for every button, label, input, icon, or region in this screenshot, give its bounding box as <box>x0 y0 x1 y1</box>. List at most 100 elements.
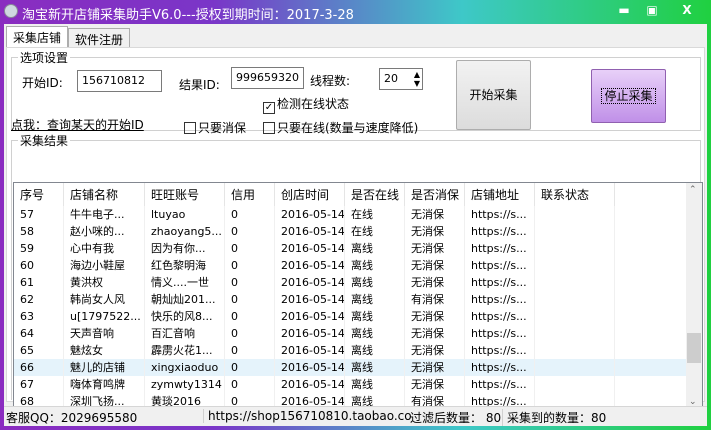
cell-index: 63 <box>14 308 64 325</box>
cell-index: 59 <box>14 240 64 257</box>
cell-index: 58 <box>14 223 64 240</box>
table-row[interactable]: 64 天声音响 百汇音响 0 2016-05-14 离线 无消保 https://s... <box>14 325 686 342</box>
column-header-xiaobao[interactable]: 是否消保 <box>405 183 465 207</box>
cell-wangwang: 情义....一世 <box>145 274 225 291</box>
cell-xiaobao: 无消保 <box>405 325 465 342</box>
table-row[interactable]: 66 魅儿的店铺 xingxiaoduo 0 2016-05-14 离线 无消保 https:… <box>14 359 686 376</box>
table-row[interactable]: 59 心中有我 因为有你... 0 2016-05-14 离线 无消保 https://s..… <box>14 240 686 257</box>
column-header-online[interactable]: 是否在线 <box>345 183 405 207</box>
results-group-label: 采集结果 <box>18 132 71 149</box>
cell-credit: 0 <box>225 308 275 325</box>
vertical-scrollbar[interactable]: ⌃ ⌄ <box>686 183 702 409</box>
cell-credit: 0 <box>225 274 275 291</box>
cell-created: 2016-05-14 <box>275 308 345 325</box>
column-header-created[interactable]: 创店时间 <box>275 183 345 207</box>
cell-online: 离线 <box>345 308 405 325</box>
cell-contact <box>535 206 615 223</box>
cell-shop-name: 黄洪权 <box>64 274 145 291</box>
threads-label: 线程数: <box>310 74 351 88</box>
cell-credit: 0 <box>225 359 275 376</box>
cell-online: 在线 <box>345 223 405 240</box>
cell-credit: 0 <box>225 240 275 257</box>
table-row[interactable]: 57 牛牛电子... ltuyao 0 2016-05-14 在线 无消保 https://s… <box>14 206 686 223</box>
column-header-credit[interactable]: 信用 <box>225 183 275 207</box>
window-title: 淘宝新开店铺采集助手V6.0---授权到期时间：2017-3-28 <box>22 8 354 23</box>
table-row[interactable]: 61 黄洪权 情义....一世 0 2016-05-14 离线 无消保 https://s..… <box>14 274 686 291</box>
cell-online: 离线 <box>345 376 405 393</box>
cell-contact <box>535 240 615 257</box>
threads-spinner[interactable]: 20 ▲ ▼ <box>379 68 423 90</box>
cell-xiaobao: 无消保 <box>405 274 465 291</box>
cell-xiaobao: 无消保 <box>405 308 465 325</box>
cell-created: 2016-05-14 <box>275 376 345 393</box>
scroll-up-icon[interactable]: ⌃ <box>689 185 697 195</box>
options-group-label: 选项设置 <box>18 49 71 66</box>
start-collect-button[interactable]: 开始采集 <box>456 60 531 130</box>
cell-index: 57 <box>14 206 64 223</box>
cell-contact <box>535 376 615 393</box>
table-row[interactable]: 62 韩尚女人风 朝灿灿201... 0 2016-05-14 离线 有消保 https://… <box>14 291 686 308</box>
cell-online: 离线 <box>345 342 405 359</box>
cell-credit: 0 <box>225 291 275 308</box>
check-online-label: 检测在线状态 <box>277 97 350 111</box>
table-row[interactable]: 63 u[1797522... 快乐的风8... 0 2016-05-14 离线 无消保 ht… <box>14 308 686 325</box>
cell-online: 离线 <box>345 274 405 291</box>
cell-shop-url: https://s... <box>465 376 535 393</box>
column-header-index[interactable]: 序号 <box>14 183 64 207</box>
table-row[interactable]: 58 赵小咪的... zhaoyang5... 0 2016-05-14 在线 无消保 htt… <box>14 223 686 240</box>
results-table[interactable]: 序号 店铺名称 旺旺账号 信用 创店时间 是否在线 是否消保 店铺地址 联系状态 57 牛牛电子.… <box>13 182 703 410</box>
minimize-button[interactable]: ▬ <box>612 1 636 19</box>
cell-shop-url: https://s... <box>465 206 535 223</box>
table-row[interactable]: 65 魅炫女 霹雳火花1... 0 2016-05-14 离线 无消保 https://s..… <box>14 342 686 359</box>
column-header-wangwang[interactable]: 旺旺账号 <box>145 183 225 207</box>
cell-shop-url: https://s... <box>465 342 535 359</box>
cell-wangwang: ltuyao <box>145 206 225 223</box>
client-area: 采集店铺 软件注册 选项设置 开始ID: 156710812 结果ID: 999… <box>4 24 707 426</box>
column-header-shop-name[interactable]: 店铺名称 <box>64 183 145 207</box>
column-header-contact[interactable]: 联系状态 <box>535 183 615 207</box>
only-online-checkbox[interactable]: 只要在线(数量与速度降低) <box>263 119 418 136</box>
tab-collect-shops[interactable]: 采集店铺 <box>6 26 69 48</box>
tab-software-register[interactable]: 软件注册 <box>68 28 131 48</box>
cell-wangwang: 霹雳火花1... <box>145 342 225 359</box>
cell-credit: 0 <box>225 223 275 240</box>
cell-online: 离线 <box>345 325 405 342</box>
cell-index: 67 <box>14 376 64 393</box>
app-window: 淘宝新开店铺采集助手V6.0---授权到期时间：2017-3-28 ▬ ▣ X … <box>0 0 711 430</box>
start-id-input[interactable]: 156710812 <box>77 70 162 92</box>
column-header-shop-url[interactable]: 店铺地址 <box>465 183 535 207</box>
cell-shop-name: 心中有我 <box>64 240 145 257</box>
scrollbar-thumb[interactable] <box>687 333 701 363</box>
cell-created: 2016-05-14 <box>275 274 345 291</box>
cell-online: 离线 <box>345 291 405 308</box>
table-row[interactable]: 60 海边小鞋屋 红色黎明海 0 2016-05-14 离线 无消保 https://s... <box>14 257 686 274</box>
cell-created: 2016-05-14 <box>275 342 345 359</box>
cell-wangwang: 快乐的风8... <box>145 308 225 325</box>
cell-shop-name: 天声音响 <box>64 325 145 342</box>
end-id-input[interactable]: 999659320 <box>231 67 304 89</box>
table-row[interactable]: 67 嗨体育鸣牌 zymwty1314 0 2016-05-14 离线 无消保 https:/… <box>14 376 686 393</box>
start-id-label: 开始ID: <box>22 76 63 90</box>
cell-xiaobao: 无消保 <box>405 223 465 240</box>
query-start-id-link[interactable]: 点我：查询某天的开始ID <box>11 116 144 133</box>
check-online-checkbox[interactable]: ✓ 检测在线状态 <box>263 95 349 114</box>
only-xiaobao-checkbox[interactable]: 只要消保 <box>184 119 246 136</box>
cell-wangwang: zhaoyang5... <box>145 223 225 240</box>
cell-xiaobao: 无消保 <box>405 342 465 359</box>
cell-online: 在线 <box>345 206 405 223</box>
cell-contact <box>535 325 615 342</box>
close-button[interactable]: X <box>672 1 702 19</box>
cell-online: 离线 <box>345 240 405 257</box>
cell-shop-url: https://s... <box>465 257 535 274</box>
stop-collect-button[interactable]: 停止采集 <box>591 69 666 123</box>
threads-value: 20 <box>384 72 398 85</box>
cell-index: 65 <box>14 342 64 359</box>
cell-created: 2016-05-14 <box>275 257 345 274</box>
maximize-button[interactable]: ▣ <box>640 1 664 19</box>
spinner-arrows-icon[interactable]: ▲ ▼ <box>414 70 420 88</box>
cell-wangwang: 百汇音响 <box>145 325 225 342</box>
cell-contact <box>535 359 615 376</box>
cell-shop-url: https://s... <box>465 291 535 308</box>
cell-wangwang: 因为有你... <box>145 240 225 257</box>
status-bar: 客服QQ：2029695580 https://shop156710810.ta… <box>4 406 707 426</box>
